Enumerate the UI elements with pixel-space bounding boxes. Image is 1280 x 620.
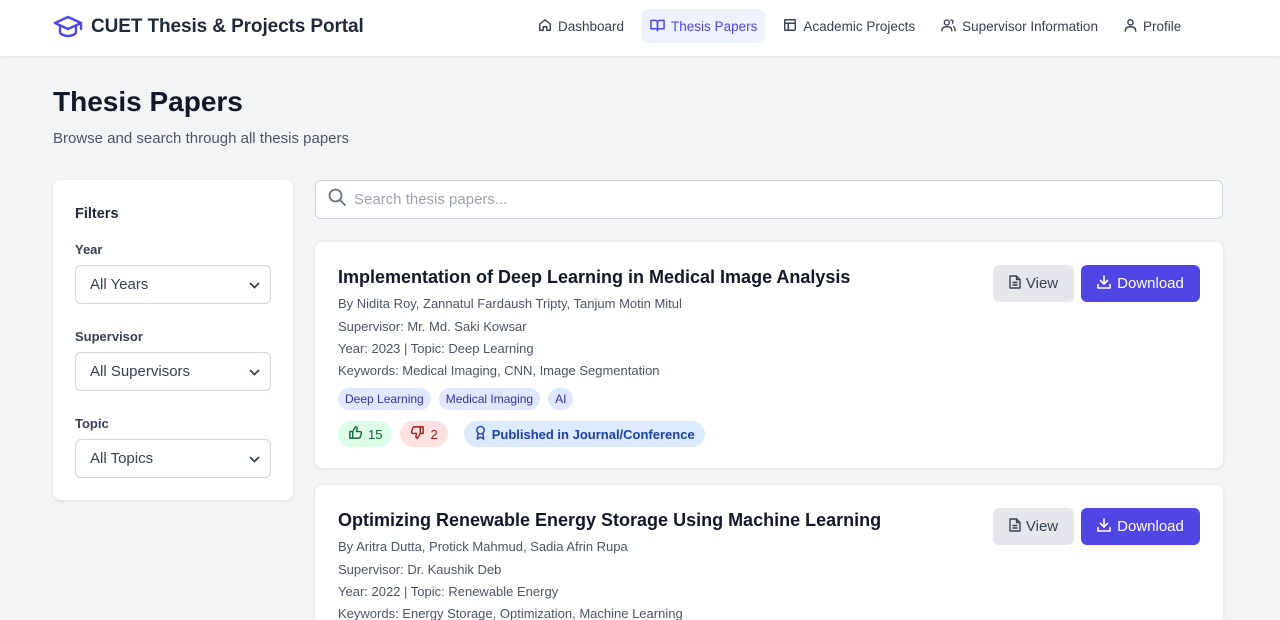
thesis-authors: By Nidita Roy, Zannatul Fardaush Tripty,… bbox=[338, 296, 682, 311]
layout-icon bbox=[783, 18, 797, 35]
brand[interactable]: CUET Thesis & Projects Portal bbox=[53, 12, 364, 42]
award-icon bbox=[474, 425, 487, 443]
thesis-supervisor: Supervisor: Mr. Md. Saki Kowsar bbox=[338, 319, 527, 334]
search-input[interactable] bbox=[354, 191, 1194, 208]
nav-supervisor-information[interactable]: Supervisor Information bbox=[933, 9, 1106, 43]
thesis-supervisor: Supervisor: Dr. Kaushik Deb bbox=[338, 562, 502, 577]
tag[interactable]: AI bbox=[548, 388, 574, 410]
tag[interactable]: Deep Learning bbox=[338, 388, 431, 410]
year-filter-label: Year bbox=[75, 242, 103, 257]
thesis-card: Optimizing Renewable Energy Storage Usin… bbox=[315, 485, 1223, 620]
download-button[interactable]: Download bbox=[1081, 265, 1200, 302]
supervisor-select[interactable]: All Supervisors bbox=[75, 352, 271, 391]
main-nav: Dashboard Thesis Papers Academic Project… bbox=[530, 9, 1189, 43]
year-select-value: All Years bbox=[90, 276, 149, 293]
view-button[interactable]: View bbox=[993, 508, 1074, 545]
graduation-cap-icon bbox=[53, 12, 83, 42]
chevron-down-icon bbox=[249, 276, 260, 293]
published-badge: Published in Journal/Conference bbox=[463, 421, 705, 447]
published-label: Published in Journal/Conference bbox=[491, 426, 695, 442]
download-button[interactable]: Download bbox=[1081, 508, 1200, 545]
tag[interactable]: Medical Imaging bbox=[438, 388, 541, 410]
feedback-row: 15 2 Published in Journal/Conference bbox=[338, 421, 705, 447]
thesis-title[interactable]: Implementation of Deep Learning in Medic… bbox=[338, 267, 850, 288]
topic-filter-label: Topic bbox=[75, 416, 109, 431]
tag-list: Deep Learning Medical Imaging AI bbox=[338, 388, 574, 410]
nav-label: Dashboard bbox=[558, 18, 625, 34]
filters-panel: Filters Year All Years Supervisor All Su… bbox=[53, 180, 293, 500]
nav-label: Thesis Papers bbox=[671, 18, 758, 34]
view-button[interactable]: View bbox=[993, 265, 1074, 302]
topic-select-value: All Topics bbox=[90, 450, 154, 467]
page-title: Thesis Papers bbox=[53, 86, 243, 117]
like-count: 15 bbox=[368, 426, 383, 442]
thumbs-down-icon bbox=[410, 425, 425, 443]
filters-heading: Filters bbox=[75, 206, 119, 222]
thesis-year-topic: Year: 2023 | Topic: Deep Learning bbox=[338, 341, 534, 356]
thesis-title[interactable]: Optimizing Renewable Energy Storage Usin… bbox=[338, 510, 881, 531]
year-select[interactable]: All Years bbox=[75, 265, 271, 304]
home-icon bbox=[538, 18, 552, 35]
nav-thesis-papers[interactable]: Thesis Papers bbox=[642, 9, 766, 43]
search-icon bbox=[328, 188, 346, 211]
supervisor-filter-label: Supervisor bbox=[75, 329, 143, 344]
app-title: CUET Thesis & Projects Portal bbox=[91, 16, 364, 37]
supervisor-select-value: All Supervisors bbox=[90, 363, 191, 380]
page-subtitle: Browse and search through all thesis pap… bbox=[53, 130, 350, 147]
navbar: CUET Thesis & Projects Portal Dashboard … bbox=[0, 0, 1280, 56]
download-icon bbox=[1097, 517, 1111, 536]
nav-dashboard[interactable]: Dashboard bbox=[530, 9, 632, 43]
nav-profile[interactable]: Profile bbox=[1116, 9, 1189, 43]
thesis-keywords: Keywords: Energy Storage, Optimization, … bbox=[338, 606, 683, 620]
nav-academic-projects[interactable]: Academic Projects bbox=[775, 9, 923, 43]
download-icon bbox=[1097, 274, 1111, 293]
nav-label: Profile bbox=[1142, 18, 1182, 34]
chevron-down-icon bbox=[249, 363, 260, 380]
download-label: Download bbox=[1117, 518, 1184, 535]
view-label: View bbox=[1025, 518, 1059, 535]
file-text-icon bbox=[1009, 274, 1021, 293]
nav-label: Academic Projects bbox=[803, 18, 916, 34]
search-bar bbox=[315, 180, 1223, 219]
thesis-authors: By Aritra Dutta, Protick Mahmud, Sadia A… bbox=[338, 539, 628, 554]
thesis-year-topic: Year: 2022 | Topic: Renewable Energy bbox=[338, 584, 559, 599]
topic-select[interactable]: All Topics bbox=[75, 439, 271, 478]
book-open-icon bbox=[650, 18, 665, 35]
dislike-count: 2 bbox=[430, 426, 438, 442]
dislike-button[interactable]: 2 bbox=[400, 421, 448, 447]
thesis-card: Implementation of Deep Learning in Medic… bbox=[315, 242, 1223, 468]
thumbs-up-icon bbox=[348, 425, 363, 443]
file-text-icon bbox=[1009, 517, 1021, 536]
like-button[interactable]: 15 bbox=[338, 421, 393, 447]
users-icon bbox=[941, 18, 956, 35]
nav-label: Supervisor Information bbox=[962, 18, 1098, 34]
thesis-keywords: Keywords: Medical Imaging, CNN, Image Se… bbox=[338, 363, 660, 378]
view-label: View bbox=[1025, 275, 1059, 292]
chevron-down-icon bbox=[249, 450, 260, 467]
user-icon bbox=[1124, 18, 1137, 35]
download-label: Download bbox=[1117, 275, 1184, 292]
